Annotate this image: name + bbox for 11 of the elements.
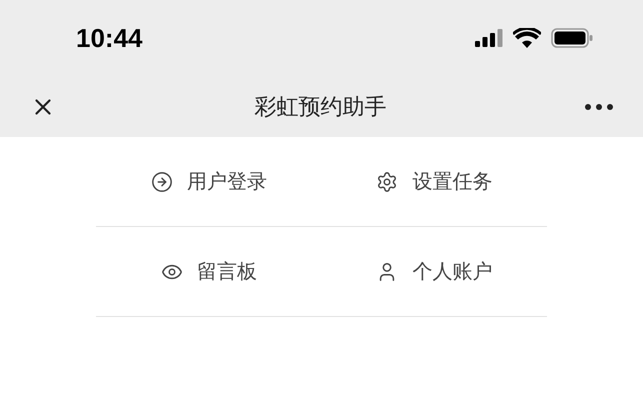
more-button[interactable] xyxy=(585,102,613,112)
menu-item[interactable]: 设置任务 xyxy=(376,166,492,196)
menu-item[interactable]: 留言板 xyxy=(160,256,257,286)
wifi-icon xyxy=(513,28,541,48)
status-time: 10:44 xyxy=(76,22,142,54)
page-title: 彩虹预约助手 xyxy=(254,93,386,121)
battery-icon xyxy=(551,28,593,48)
menu-item[interactable]: 个人账户 xyxy=(376,256,492,286)
settings-icon xyxy=(376,170,398,192)
signal-icon xyxy=(475,29,503,47)
menu-item[interactable]: 用户登录 xyxy=(150,166,267,196)
